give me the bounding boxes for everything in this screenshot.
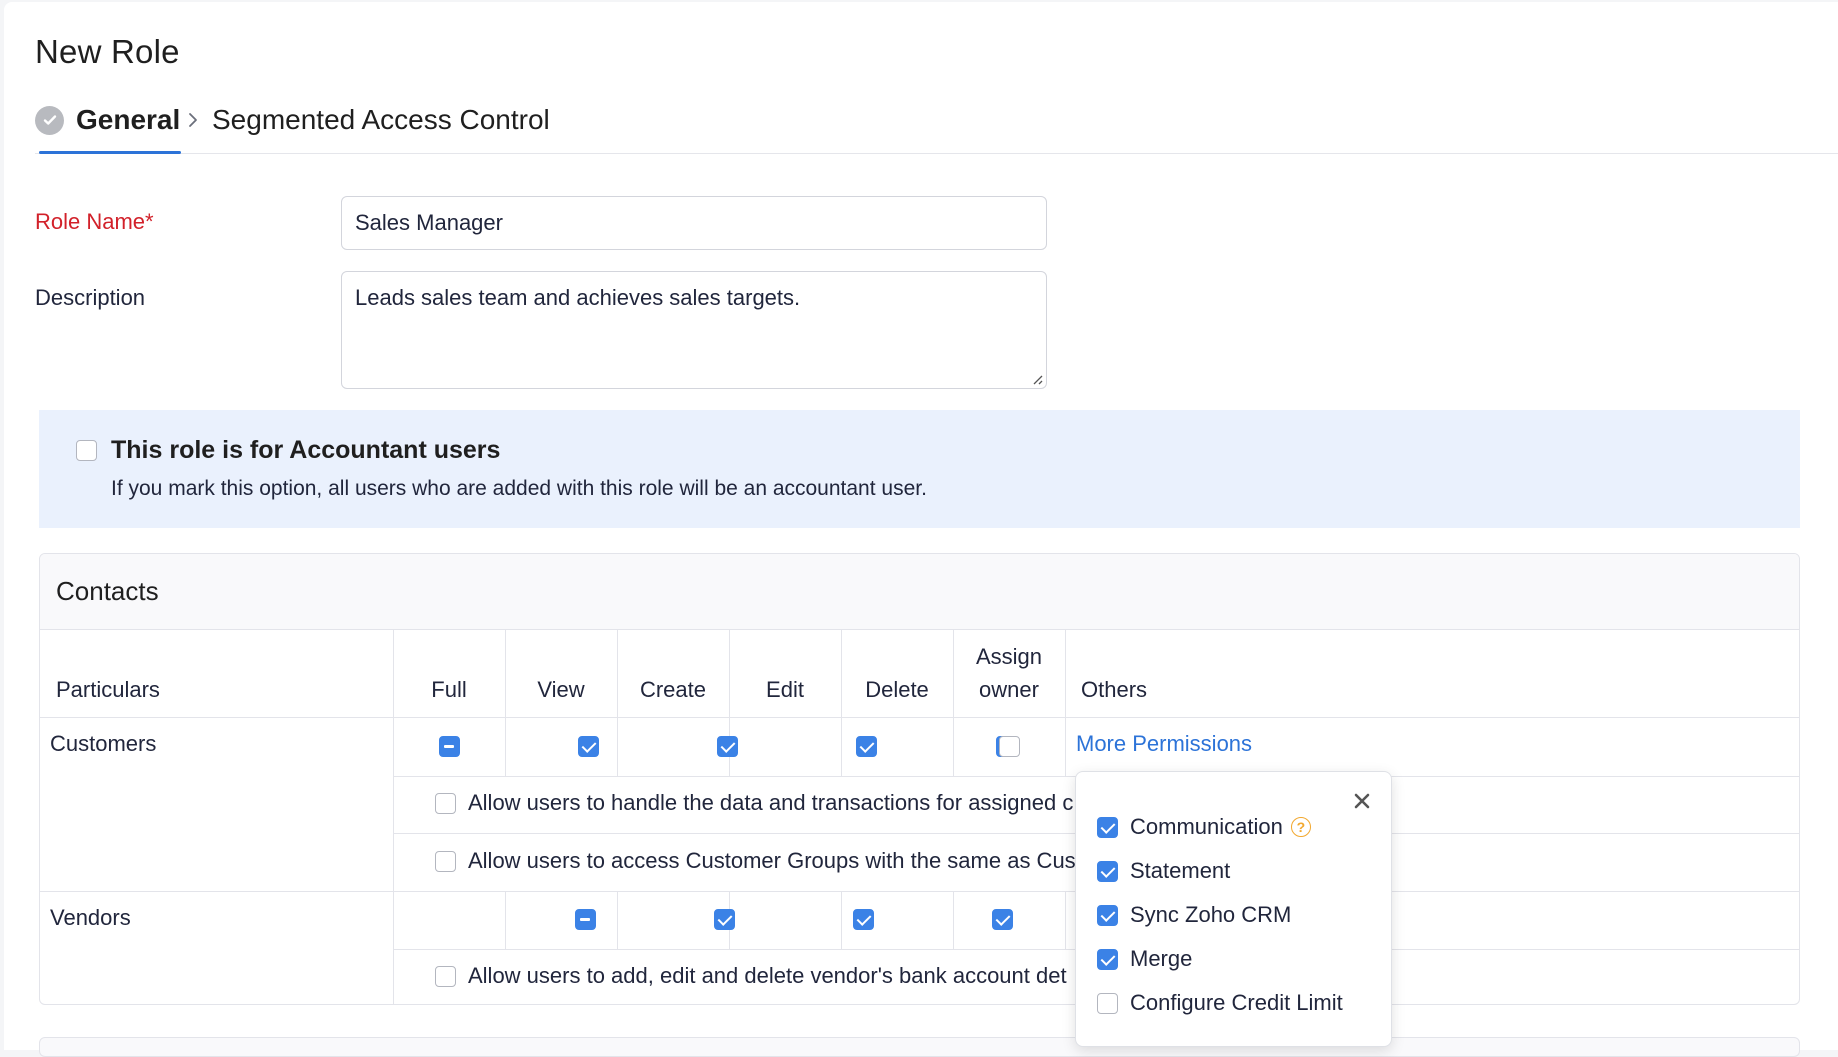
divider (1065, 630, 1066, 776)
permission-label: Sync Zoho CRM (1130, 902, 1292, 927)
checkbox[interactable] (1097, 816, 1118, 838)
customers-create-checkbox[interactable] (717, 736, 739, 757)
divider (505, 891, 506, 949)
col-assign-owner-line1: Assign (975, 644, 1043, 669)
vendors-edit-checkbox[interactable] (992, 909, 1013, 930)
option-label: Allow users to handle the data and trans… (468, 790, 1074, 815)
divider (953, 891, 954, 949)
check-circle-icon (35, 105, 64, 135)
page: New Role General Segmented Access Contro… (4, 2, 1838, 1057)
checkbox[interactable] (435, 850, 456, 872)
description-label: Description (35, 285, 146, 310)
permission-sync-zoho-crm[interactable]: Sync Zoho CRM (1097, 902, 1291, 928)
permission-label: Communication (1130, 814, 1283, 839)
contacts-permissions-card: Contacts Particulars Full View Create Ed… (39, 553, 1800, 1005)
checkbox[interactable] (435, 965, 456, 987)
vendors-view-checkbox[interactable] (713, 909, 735, 930)
checkbox[interactable] (1097, 904, 1118, 926)
option-label: Allow users to add, edit and delete vend… (468, 963, 1067, 988)
next-section-card (39, 1037, 1800, 1057)
accountant-banner: This role is for Accountant users If you… (39, 410, 1800, 528)
customers-view-checkbox[interactable] (578, 736, 600, 757)
accountant-title: This role is for Accountant users (111, 436, 501, 464)
help-icon[interactable]: ? (1290, 817, 1311, 837)
customers-edit-checkbox[interactable] (856, 736, 878, 757)
permission-label: Statement (1130, 858, 1231, 883)
permission-communication[interactable]: Communication ? (1097, 814, 1311, 840)
customers-option-assigned[interactable]: Allow users to handle the data and trans… (435, 790, 1073, 816)
divider (841, 891, 842, 949)
divider (617, 630, 618, 776)
card-title: Contacts (56, 576, 159, 606)
divider (40, 717, 1799, 718)
customers-assign-owner-checkbox[interactable] (999, 736, 1020, 757)
description-textarea[interactable]: Leads sales team and achieves sales targ… (341, 271, 1047, 389)
row-customers-label: Customers (50, 731, 157, 756)
divider (505, 630, 506, 776)
permission-statement[interactable]: Statement (1097, 858, 1230, 884)
option-label: Allow users to access Customer Groups wi… (468, 848, 1076, 873)
step-segmented-access-control[interactable]: Segmented Access Control (212, 102, 550, 138)
vendors-full-checkbox[interactable] (574, 909, 596, 930)
customers-full-checkbox[interactable] (439, 736, 460, 757)
step-general[interactable]: General (35, 102, 182, 154)
permission-label: Configure Credit Limit (1130, 990, 1343, 1015)
chevron-right-icon (181, 108, 205, 132)
checkbox[interactable] (435, 792, 456, 814)
vendors-option-bank-account[interactable]: Allow users to add, edit and delete vend… (435, 963, 1067, 989)
description-text: Leads sales team and achieves sales targ… (355, 285, 801, 310)
close-icon[interactable] (1351, 790, 1373, 812)
permission-label: Merge (1130, 946, 1193, 971)
role-name-label: Role Name* (35, 209, 154, 234)
col-edit: Edit (766, 677, 804, 702)
resize-handle-icon[interactable] (1029, 371, 1043, 385)
permission-merge[interactable]: Merge (1097, 946, 1192, 972)
card-header: Contacts (40, 554, 1799, 630)
col-others: Others (1081, 677, 1148, 702)
accountant-description: If you mark this option, all users who a… (111, 477, 927, 500)
customers-option-groups[interactable]: Allow users to access Customer Groups wi… (435, 848, 1076, 874)
col-full: Full (431, 677, 467, 702)
step-sac-label: Segmented Access Control (212, 104, 550, 135)
wizard-steps: General Segmented Access Control (35, 102, 1838, 154)
col-assign-owner-line2: owner (979, 677, 1039, 702)
col-create: Create (639, 677, 707, 702)
checkbox[interactable] (1097, 992, 1118, 1014)
divider (841, 630, 842, 776)
page-title: New Role (35, 33, 180, 70)
col-view: View (537, 677, 585, 702)
checkbox[interactable] (1097, 948, 1118, 970)
col-particulars: Particulars (56, 677, 160, 702)
divider (40, 891, 1799, 892)
checkbox[interactable] (1097, 860, 1118, 882)
more-permissions-link[interactable]: More Permissions (1076, 731, 1252, 757)
more-permissions-popup: Communication ? Statement Sync Zoho CRM … (1075, 771, 1392, 1047)
role-name-input[interactable]: Sales Manager (341, 196, 1047, 250)
step-general-label: General (76, 104, 181, 135)
row-vendors-label: Vendors (50, 905, 131, 930)
vendors-create-checkbox[interactable] (852, 909, 874, 930)
permission-configure-credit-limit[interactable]: Configure Credit Limit (1097, 990, 1343, 1016)
col-delete: Delete (865, 677, 929, 702)
accountant-checkbox[interactable] (76, 440, 97, 461)
divider (617, 891, 618, 949)
divider (1065, 891, 1066, 949)
